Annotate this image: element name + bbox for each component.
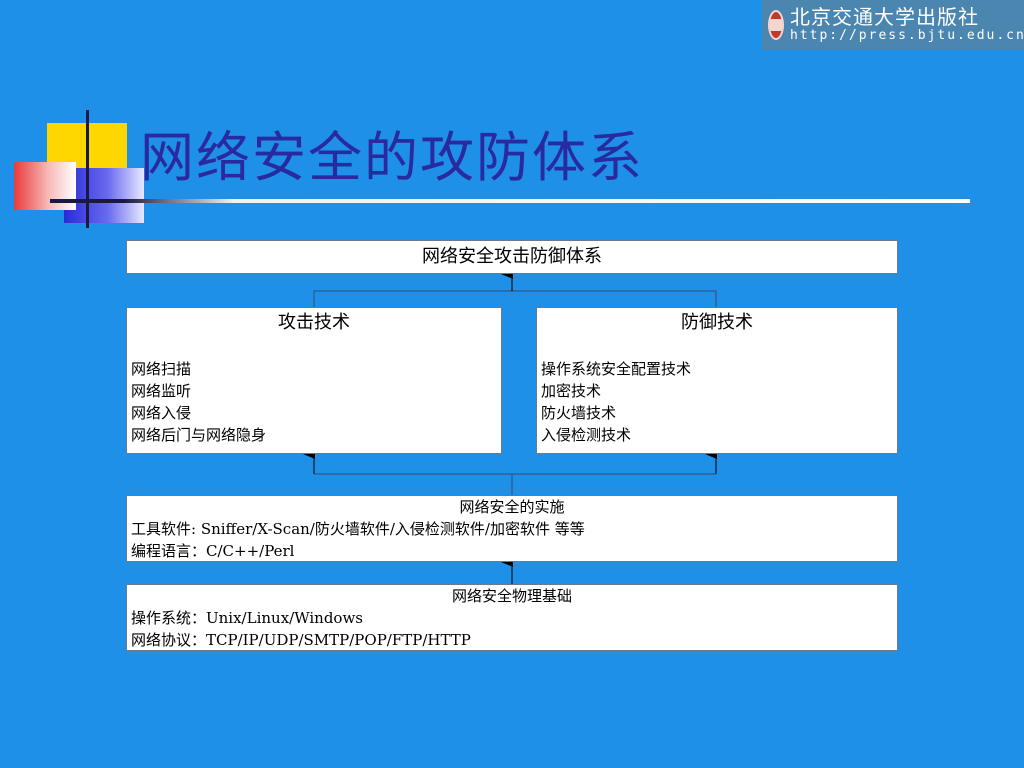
physical-line: 网络协议：TCP/IP/UDP/SMTP/POP/FTP/HTTP xyxy=(131,631,471,649)
defense-box: 防御技术 操作系统安全配置技术 加密技术 防火墙技术 入侵检测技术 xyxy=(536,307,898,454)
defense-list: 操作系统安全配置技术 加密技术 防火墙技术 入侵检测技术 xyxy=(537,358,897,446)
implementation-box-heading: 网络安全的实施 xyxy=(459,498,565,516)
top-box: 网络安全攻击防御体系 xyxy=(126,240,898,274)
list-item: 网络扫描 xyxy=(131,360,192,378)
defense-box-heading: 防御技术 xyxy=(681,312,753,333)
list-item: 网络后门与网络隐身 xyxy=(131,426,267,444)
physical-box: 网络安全物理基础 操作系统：Unix/Linux/Windows 网络协议：TC… xyxy=(126,584,898,651)
physical-line: 操作系统：Unix/Linux/Windows xyxy=(131,609,363,627)
implementation-line: 编程语言：C/C++/Perl xyxy=(131,542,295,560)
connector-tech-to-top xyxy=(313,290,717,307)
top-box-label: 网络安全攻击防御体系 xyxy=(422,246,602,267)
physical-box-heading: 网络安全物理基础 xyxy=(451,587,572,605)
list-item: 加密技术 xyxy=(541,382,602,400)
list-item: 入侵检测技术 xyxy=(541,426,632,444)
attack-box: 攻击技术 网络扫描 网络监听 网络入侵 网络后门与网络隐身 xyxy=(126,307,502,454)
attack-list: 网络扫描 网络监听 网络入侵 网络后门与网络隐身 xyxy=(127,358,501,446)
list-item: 防火墙技术 xyxy=(541,404,617,422)
list-item: 网络入侵 xyxy=(131,404,192,422)
implementation-line: 工具软件: Sniffer/X-Scan/防火墙软件/入侵检测软件/加密软件 等… xyxy=(131,520,585,538)
attack-box-heading: 攻击技术 xyxy=(278,312,350,333)
list-item: 网络监听 xyxy=(131,382,192,400)
list-item: 操作系统安全配置技术 xyxy=(541,360,692,378)
implementation-box: 网络安全的实施 工具软件: Sniffer/X-Scan/防火墙软件/入侵检测软… xyxy=(126,495,898,562)
